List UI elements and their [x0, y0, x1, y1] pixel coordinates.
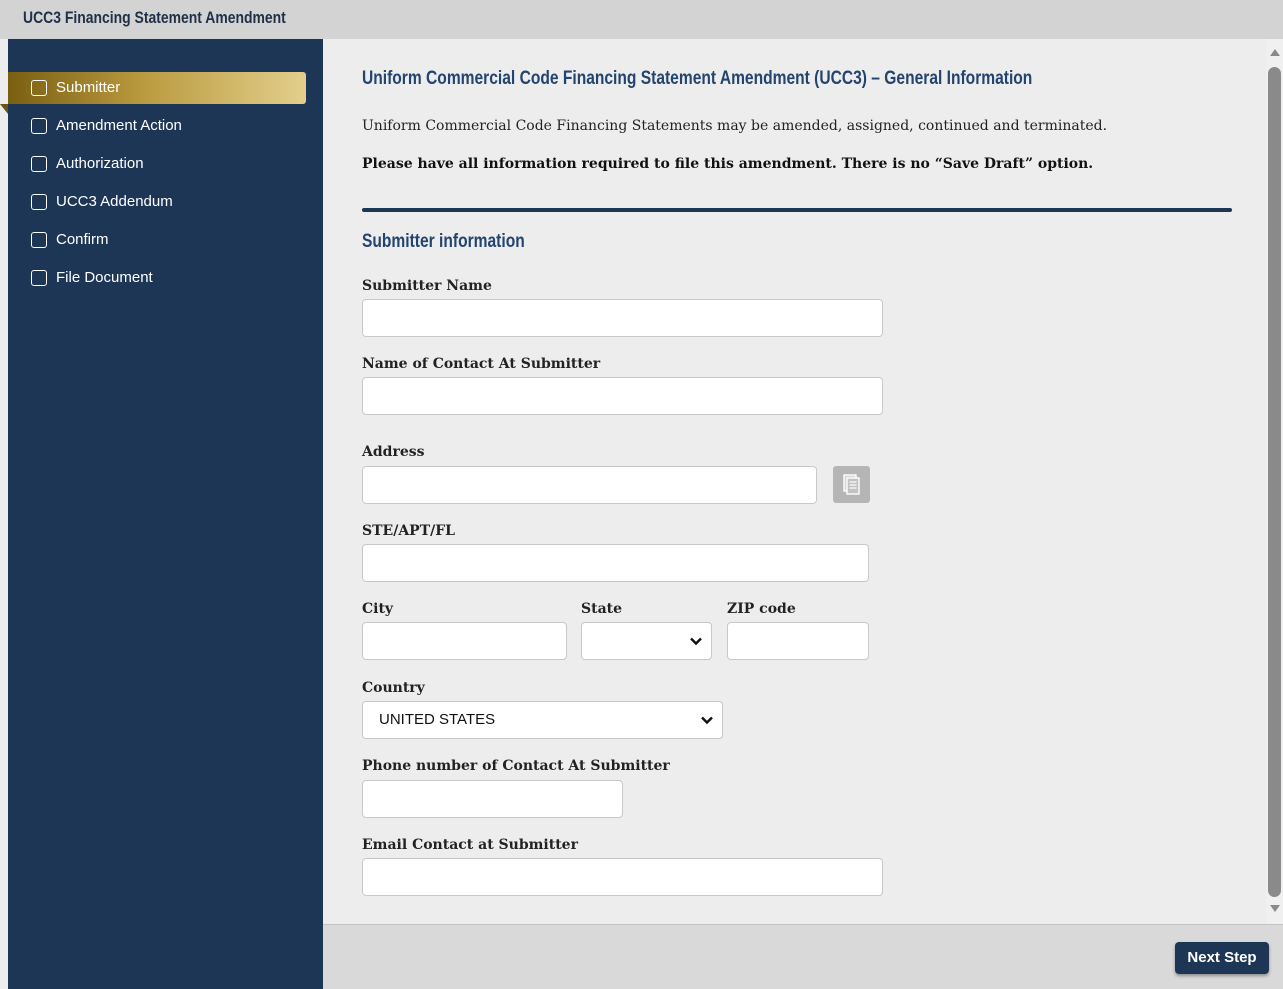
phone-input[interactable] [362, 780, 623, 818]
next-step-button[interactable]: Next Step [1175, 942, 1269, 974]
section-heading: Submitter information [362, 231, 525, 252]
intro-text: Uniform Commercial Code Financing Statem… [362, 118, 1108, 134]
checkbox-icon [31, 156, 47, 172]
country-select[interactable]: UNITED STATES [362, 701, 723, 739]
footer-bar [323, 924, 1283, 989]
address-label: Address [362, 444, 425, 460]
chevron-down-icon [701, 716, 713, 725]
country-label: Country [362, 680, 425, 696]
sidebar-item-label: UCC3 Addendum [56, 193, 173, 210]
sidebar-item-label: Submitter [56, 79, 121, 96]
window-title: UCC3 Financing Statement Amendment [23, 8, 286, 27]
suite-label: STE/APT/FL [362, 523, 456, 539]
zip-label: ZIP code [727, 601, 796, 617]
scroll-down-arrow-icon[interactable] [1270, 905, 1280, 912]
checkbox-icon [31, 194, 47, 210]
document-icon [843, 474, 860, 495]
contact-name-label: Name of Contact At Submitter [362, 356, 601, 372]
address-lookup-button[interactable] [833, 466, 870, 503]
sidebar-item-amendment-action[interactable]: Amendment Action [8, 110, 306, 142]
scrollbar[interactable] [1266, 39, 1283, 924]
divider [362, 208, 1232, 212]
sidebar-item-submitter[interactable]: Submitter [0, 72, 306, 114]
warning-text: Please have all information required to … [362, 156, 1094, 172]
city-input[interactable] [362, 622, 567, 660]
checkbox-icon [31, 80, 47, 96]
submitter-name-input[interactable] [362, 299, 883, 337]
country-select-value: UNITED STATES [379, 711, 496, 728]
chevron-down-icon [690, 637, 702, 646]
checkbox-icon [31, 232, 47, 248]
sidebar-item-label: Amendment Action [56, 117, 182, 134]
suite-input[interactable] [362, 544, 869, 582]
email-input[interactable] [362, 858, 883, 896]
zip-input[interactable] [727, 622, 869, 660]
checkbox-icon [31, 118, 47, 134]
scrollbar-thumb[interactable] [1268, 67, 1281, 897]
page-title: Uniform Commercial Code Financing Statem… [362, 68, 1033, 89]
state-select[interactable] [581, 622, 712, 660]
title-bar: UCC3 Financing Statement Amendment [0, 0, 1283, 39]
sidebar-item-label: File Document [56, 269, 153, 286]
state-label: State [581, 601, 623, 617]
email-label: Email Contact at Submitter [362, 837, 578, 853]
sidebar: Submitter Amendment Action Authorization… [0, 39, 323, 989]
sidebar-item-label: Confirm [56, 231, 109, 248]
sidebar-item-authorization[interactable]: Authorization [8, 148, 306, 180]
address-input[interactable] [362, 466, 817, 504]
checkbox-icon [31, 270, 47, 286]
contact-name-input[interactable] [362, 377, 883, 415]
sidebar-item-label: Authorization [56, 155, 144, 172]
phone-label: Phone number of Contact At Submitter [362, 758, 670, 774]
submitter-name-label: Submitter Name [362, 278, 492, 294]
city-label: City [362, 601, 394, 617]
scroll-up-arrow-icon[interactable] [1270, 49, 1280, 56]
sidebar-item-ucc3-addendum[interactable]: UCC3 Addendum [8, 186, 306, 218]
sidebar-item-confirm[interactable]: Confirm [8, 224, 306, 256]
sidebar-item-file-document[interactable]: File Document [8, 262, 306, 294]
